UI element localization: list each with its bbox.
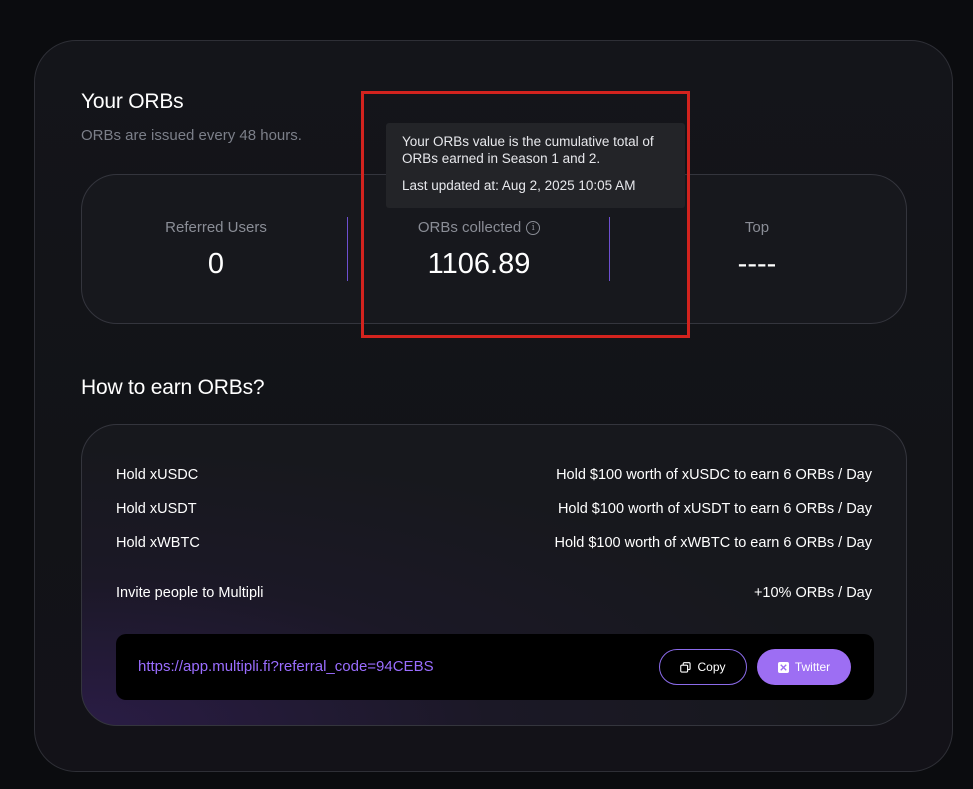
page: Your ORBs ORBs are issued every 48 hours… <box>0 0 973 789</box>
earn-row-xwbtc: Hold xWBTC Hold $100 worth of xWBTC to e… <box>116 535 872 555</box>
x-logo-icon <box>777 661 789 673</box>
earn-row-xusdt: Hold xUSDT Hold $100 worth of xUSDT to e… <box>116 501 872 521</box>
stat-value: ---- <box>737 248 777 280</box>
copy-button[interactable]: Copy <box>659 649 747 685</box>
stat-divider <box>347 217 348 281</box>
stat-top: Top ---- <box>676 175 838 323</box>
earn-row-label: Hold xUSDC <box>116 467 199 483</box>
stat-label: Referred Users <box>165 219 267 236</box>
referral-link[interactable]: https://app.multipli.fi?referral_code=94… <box>138 658 434 675</box>
your-orbs-title: Your ORBs <box>81 90 184 113</box>
highlight-annotation-box <box>361 91 690 338</box>
earn-row-label: Invite people to Multipli <box>116 585 264 601</box>
earn-row-reward: Hold $100 worth of xWBTC to earn 6 ORBs … <box>554 535 872 551</box>
earn-row-label: Hold xUSDT <box>116 501 197 517</box>
earn-row-reward: Hold $100 worth of xUSDC to earn 6 ORBs … <box>556 467 872 483</box>
copy-button-label: Copy <box>697 660 726 674</box>
earn-row-label: Hold xWBTC <box>116 535 200 551</box>
referral-bar: https://app.multipli.fi?referral_code=94… <box>116 634 874 700</box>
earn-row-xusdc: Hold xUSDC Hold $100 worth of xUSDC to e… <box>116 467 872 487</box>
twitter-button[interactable]: Twitter <box>757 649 851 685</box>
how-to-earn-title: How to earn ORBs? <box>81 376 265 399</box>
stat-value: 0 <box>207 248 225 280</box>
earn-row-invite: Invite people to Multipli +10% ORBs / Da… <box>116 585 872 605</box>
stat-referred-users: Referred Users 0 <box>134 175 298 323</box>
earn-row-reward: +10% ORBs / Day <box>753 585 872 601</box>
twitter-button-label: Twitter <box>794 660 831 674</box>
earn-row-reward: Hold $100 worth of xUSDT to earn 6 ORBs … <box>557 501 872 517</box>
earn-panel: Hold xUSDC Hold $100 worth of xUSDC to e… <box>81 424 907 726</box>
orbs-subtitle: ORBs are issued every 48 hours. <box>81 127 302 144</box>
stat-label: Top <box>744 219 770 236</box>
copy-icon <box>680 661 692 673</box>
